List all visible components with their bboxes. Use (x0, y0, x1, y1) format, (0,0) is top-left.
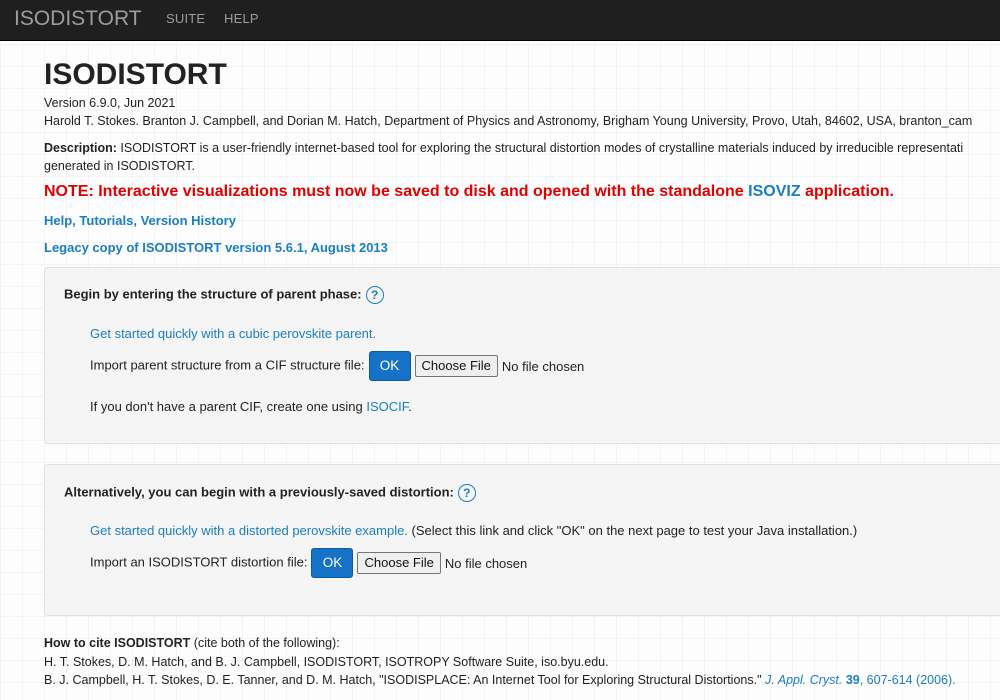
isocif-link[interactable]: ISOCIF (366, 399, 408, 414)
note-suffix: application. (800, 183, 894, 200)
isoviz-note: NOTE: Interactive visualizations must no… (44, 183, 894, 201)
top-navbar: ISODISTORT SUITE HELP (0, 0, 1000, 41)
cite-heading-note: (cite both of the following): (190, 636, 340, 650)
distortion-panel: Alternatively, you can begin with a prev… (44, 464, 1000, 616)
description: Description: ISODISTORT is a user-friend… (44, 141, 963, 155)
cite-heading: How to cite ISODISTORT (cite both of the… (44, 636, 340, 650)
cubic-perovskite-row: Get started quickly with a cubic perovsk… (90, 326, 376, 341)
journal-volume[interactable]: 39 (842, 673, 860, 687)
import-cif-label: Import parent structure from a CIF struc… (90, 357, 365, 373)
isocif-prefix: If you don't have a parent CIF, create o… (90, 399, 367, 414)
authors-text: Harold T. Stokes. Branton J. Campbell, a… (44, 114, 973, 128)
ok-button[interactable]: OK (368, 351, 411, 381)
journal-name[interactable]: J. Appl. Cryst. (765, 673, 842, 687)
version-text: Version 6.9.0, Jun 2021 (44, 96, 176, 110)
ok-button[interactable]: OK (311, 548, 354, 578)
java-test-note: (Select this link and click "OK" on the … (407, 523, 858, 538)
parent-panel-title-text: Begin by entering the structure of paren… (64, 286, 362, 302)
nav-suite[interactable]: SUITE (166, 11, 205, 26)
tutorials-link[interactable]: Tutorials (79, 213, 133, 228)
cite-heading-bold: How to cite ISODISTORT (44, 636, 191, 650)
journal-link[interactable]: J. Appl. Cryst. 39, 607-614 (2006). (765, 673, 956, 687)
description-text: ISODISTORT is a user-friendly internet-b… (116, 141, 964, 155)
no-file-text: No file chosen (501, 358, 585, 374)
choose-file-button[interactable]: Choose File (414, 355, 498, 377)
nav-help[interactable]: HELP (224, 11, 259, 26)
page-title: ISODISTORT (44, 58, 227, 91)
help-links: Help, Tutorials, Version History (44, 213, 236, 228)
parent-structure-panel: Begin by entering the structure of paren… (44, 267, 1000, 444)
distortion-panel-title-text: Alternatively, you can begin with a prev… (64, 484, 454, 500)
isocif-suffix: . (408, 399, 412, 414)
import-distortion-label: Import an ISODISTORT distortion file: (90, 554, 308, 570)
import-cif-row: Import parent structure from a CIF struc… (90, 351, 584, 381)
import-distortion-row: Import an ISODISTORT distortion file: OK C… (90, 548, 527, 578)
choose-file-button[interactable]: Choose File (357, 552, 441, 574)
brand-logo[interactable]: ISODISTORT (14, 7, 142, 31)
legacy-link-row: Legacy copy of ISODISTORT version 5.6.1,… (44, 240, 388, 255)
note-prefix: NOTE: Interactive visualizations must no… (44, 183, 749, 200)
help-link[interactable]: Help (44, 213, 72, 228)
isocif-row: If you don't have a parent CIF, create o… (90, 399, 412, 414)
distortion-panel-title: Alternatively, you can begin with a prev… (64, 484, 476, 502)
no-file-text: No file chosen (444, 555, 528, 571)
help-question-icon[interactable]: ? (457, 484, 476, 502)
legacy-link[interactable]: Legacy copy of ISODISTORT version 5.6.1,… (44, 240, 388, 255)
description-line2: generated in ISODISTORT. (44, 159, 196, 173)
version-history-link[interactable]: Version History (141, 213, 236, 228)
parent-panel-title: Begin by entering the structure of paren… (64, 286, 384, 304)
isoviz-link[interactable]: ISOVIZ (748, 183, 800, 200)
distorted-perovskite-row: Get started quickly with a distorted per… (90, 523, 857, 538)
distorted-perovskite-link[interactable]: Get started quickly with a distorted per… (90, 523, 408, 538)
citation-2: B. J. Campbell, H. T. Stokes, D. E. Tann… (44, 673, 956, 687)
help-question-icon[interactable]: ? (365, 286, 384, 304)
description-label: Description: (44, 141, 117, 155)
citation-2-text: B. J. Campbell, H. T. Stokes, D. E. Tann… (44, 673, 765, 687)
citation-1: H. T. Stokes, D. M. Hatch, and B. J. Cam… (44, 655, 609, 669)
cubic-perovskite-link[interactable]: Get started quickly with a cubic perovsk… (90, 326, 376, 341)
journal-pages[interactable]: , 607-614 (2006). (860, 673, 956, 687)
